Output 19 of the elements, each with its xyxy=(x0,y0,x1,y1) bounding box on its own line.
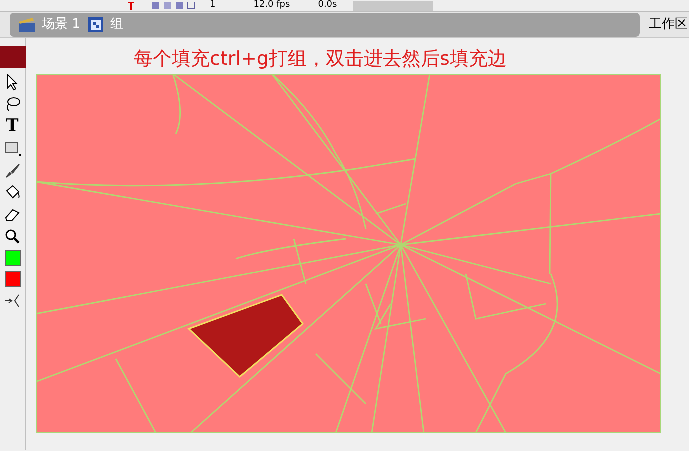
group-icon xyxy=(88,16,104,32)
frame-rate: 12.0 fps xyxy=(254,0,290,11)
scrollbar[interactable] xyxy=(353,0,434,10)
onion-skin-icon[interactable] xyxy=(152,2,196,10)
selected-shape[interactable] xyxy=(188,294,304,378)
text-tool[interactable]: T xyxy=(6,118,19,135)
elapsed-time: 0.0s xyxy=(318,0,338,11)
annotation-text: 每个填充ctrl+g打组，双击进去然后s填充边 xyxy=(134,50,507,69)
search-icon[interactable] xyxy=(4,228,22,245)
current-frame: 1 xyxy=(210,0,216,11)
brush-icon[interactable] xyxy=(4,162,22,179)
rectangle-icon[interactable] xyxy=(4,140,22,157)
panel-header xyxy=(0,46,26,68)
paint-bucket-icon[interactable] xyxy=(4,184,22,201)
snap-magnet-icon[interactable] xyxy=(4,292,22,309)
color-swatch[interactable] xyxy=(4,250,20,266)
color-swatch[interactable] xyxy=(4,271,20,287)
workspace-button[interactable]: 工作区 xyxy=(649,14,688,34)
clapperboard-icon xyxy=(18,16,36,32)
